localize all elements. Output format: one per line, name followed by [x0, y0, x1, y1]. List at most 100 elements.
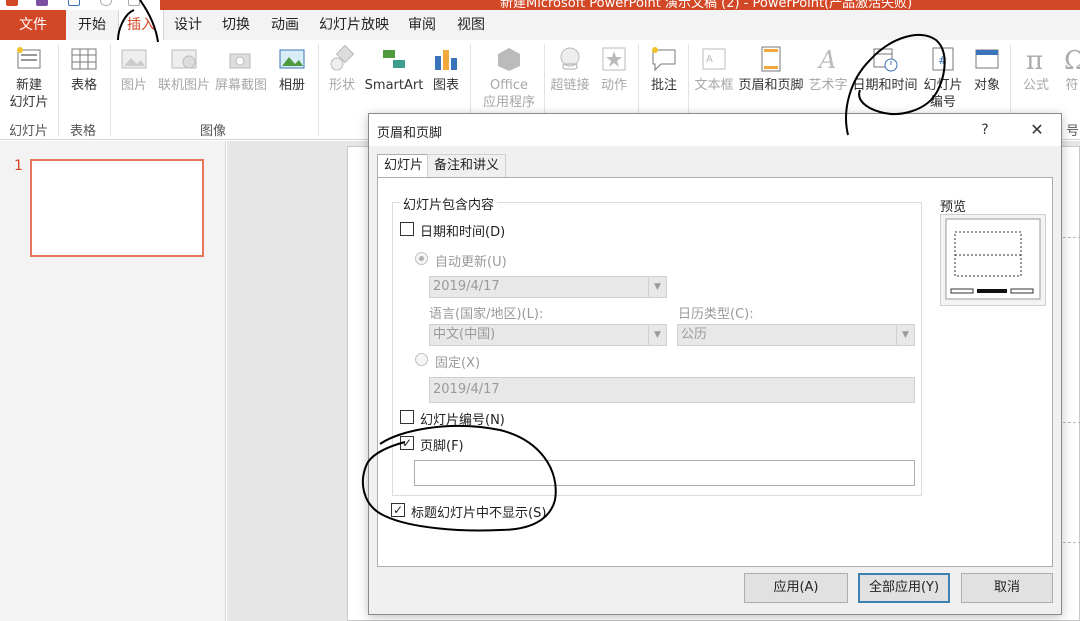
object-icon — [975, 49, 999, 69]
tab-view[interactable]: 视图 — [448, 10, 494, 40]
tab-file[interactable]: 文件 — [0, 10, 66, 40]
auto-update-label[interactable]: 自动更新(U) — [435, 251, 507, 270]
datetime-button[interactable]: 日期和时间 — [850, 44, 920, 94]
dialog-titlebar[interactable]: 页眉和页脚 ? ✕ — [369, 114, 1061, 146]
redo-icon[interactable] — [100, 0, 112, 6]
datetime-checkbox[interactable] — [400, 222, 414, 236]
calendar-type-select[interactable]: 公历 ▼ — [677, 324, 915, 346]
auto-update-date-select[interactable]: 2019/4/17 ▼ — [429, 276, 667, 298]
tab-slide[interactable]: 幻灯片 — [377, 154, 431, 179]
datetime-checkbox-label[interactable]: 日期和时间(D) — [420, 221, 505, 240]
fixed-date-radio[interactable] — [415, 353, 428, 366]
svg-text:#: # — [938, 54, 947, 67]
language-label: 语言(国家/地区)(L): — [429, 307, 544, 322]
new-slide-icon — [17, 47, 41, 69]
office-apps-icon — [498, 48, 520, 71]
auto-update-radio[interactable] — [415, 252, 428, 265]
screenshot-button[interactable]: 屏幕截图 — [213, 44, 269, 94]
symbol-button[interactable]: Ω 符 — [1062, 44, 1080, 94]
footer-checkbox[interactable]: ✓ — [400, 436, 414, 450]
picture-button[interactable]: 图片 — [114, 44, 154, 94]
slide-tab-panel: 幻灯片包含内容 日期和时间(D) 自动更新(U) 2019/4/17 ▼ 语言(… — [377, 177, 1053, 567]
auto-update-date-value: 2019/4/17 — [433, 279, 500, 294]
screenshot-label: 屏幕截图 — [214, 78, 267, 93]
object-button[interactable]: 对象 — [968, 44, 1006, 94]
svg-text:Ω: Ω — [1064, 46, 1080, 74]
comment-button[interactable]: 批注 — [644, 44, 684, 94]
textbox-button[interactable]: A 文本框 — [692, 44, 736, 94]
hide-on-title-slide-label[interactable]: 标题幻灯片中不显示(S) — [411, 502, 546, 521]
album-label: 相册 — [278, 78, 305, 93]
tab-transitions[interactable]: 切换 — [214, 10, 258, 40]
equation-button[interactable]: π 公式 — [1016, 44, 1056, 94]
hyperlink-icon — [560, 47, 580, 70]
smartart-button[interactable]: SmartArt — [364, 44, 424, 94]
slide-number-checkbox-label[interactable]: 幻灯片编号(N) — [420, 409, 505, 428]
album-button[interactable]: 相册 — [272, 44, 312, 94]
chart-button[interactable]: 图表 — [428, 44, 464, 94]
ribbon-separator — [318, 44, 319, 136]
svg-text:A: A — [817, 46, 836, 74]
apply-button[interactable]: 应用(A) — [744, 573, 848, 603]
group-label-tables: 表格 — [70, 124, 97, 139]
chevron-down-icon: ▼ — [896, 325, 914, 345]
table-icon — [71, 48, 97, 70]
album-icon — [279, 49, 305, 69]
online-picture-button[interactable]: 联机图片 — [156, 44, 212, 94]
chart-icon — [435, 50, 457, 70]
group-label-slides: 幻灯片 — [9, 124, 49, 139]
tab-insert[interactable]: 插入 — [118, 10, 164, 41]
help-button[interactable]: ? — [975, 120, 995, 140]
comment-icon — [652, 47, 676, 72]
action-label: 动作 — [600, 78, 627, 93]
wordart-icon: A — [817, 46, 836, 74]
tab-design[interactable]: 设计 — [166, 10, 210, 40]
menu-bar: 文件 开始 插入 设计 切换 动画 幻灯片放映 审阅 视图 — [0, 10, 1080, 41]
chevron-down-icon: ▼ — [648, 325, 666, 345]
omega-icon: Ω — [1064, 46, 1080, 74]
online-picture-icon — [171, 49, 197, 69]
tab-slideshow[interactable]: 幻灯片放映 — [312, 10, 396, 40]
table-label: 表格 — [70, 78, 97, 93]
hide-on-title-slide-checkbox[interactable]: ✓ — [391, 503, 405, 517]
chart-label: 图表 — [432, 78, 459, 93]
tab-notes-handouts[interactable]: 备注和讲义 — [427, 154, 507, 178]
tab-review[interactable]: 审阅 — [398, 10, 446, 40]
calendar-type-value: 公历 — [681, 327, 708, 342]
group-label-images: 图像 — [200, 124, 227, 139]
powerpoint-window: 新建Microsoft PowerPoint 演示文稿 (2) - PowerP… — [0, 0, 1080, 621]
window-title: 新建Microsoft PowerPoint 演示文稿 (2) - PowerP… — [500, 0, 913, 10]
close-icon[interactable]: ✕ — [1025, 120, 1049, 140]
hyperlink-button[interactable]: 超链接 — [548, 44, 592, 94]
comment-label: 批注 — [650, 78, 677, 93]
office-apps-button[interactable]: Office 应用程序 — [476, 44, 542, 111]
new-slide-button[interactable]: 新建 幻灯片 — [4, 44, 54, 111]
ribbon-separator — [58, 44, 59, 136]
footer-text-input[interactable] — [414, 460, 915, 486]
table-button[interactable]: 表格 — [62, 44, 106, 94]
language-select[interactable]: 中文(中国) ▼ — [429, 324, 667, 346]
undo-icon[interactable] — [68, 0, 80, 6]
cancel-button[interactable]: 取消 — [961, 573, 1053, 603]
fixed-date-label[interactable]: 固定(X) — [435, 352, 480, 371]
shapes-button[interactable]: 形状 — [324, 44, 360, 94]
wordart-button[interactable]: A 艺术字 — [806, 44, 850, 94]
symbol-label: 符 — [1065, 78, 1079, 93]
footer-checkbox-label[interactable]: 页脚(F) — [420, 435, 464, 454]
include-on-slide-title: 幻灯片包含内容 — [400, 194, 498, 213]
action-button[interactable]: 动作 — [596, 44, 632, 94]
picture-icon — [121, 49, 147, 69]
slide-number-checkbox[interactable] — [400, 410, 414, 424]
save-icon[interactable] — [36, 0, 48, 6]
customize-icon[interactable] — [128, 0, 140, 6]
tab-animations[interactable]: 动画 — [262, 10, 308, 40]
slide-number-button[interactable]: # 幻灯片 编号 — [920, 44, 966, 111]
fixed-date-input[interactable]: 2019/4/17 — [429, 377, 915, 403]
tab-home[interactable]: 开始 — [68, 10, 116, 40]
apply-to-all-button[interactable]: 全部应用(Y) — [858, 573, 950, 603]
slide-thumbnail[interactable] — [30, 159, 204, 257]
equation-label: 公式 — [1022, 78, 1049, 93]
preview-title: 预览 — [940, 200, 967, 215]
header-footer-button[interactable]: 页眉和页脚 — [737, 44, 805, 94]
include-on-slide-group — [392, 202, 922, 496]
